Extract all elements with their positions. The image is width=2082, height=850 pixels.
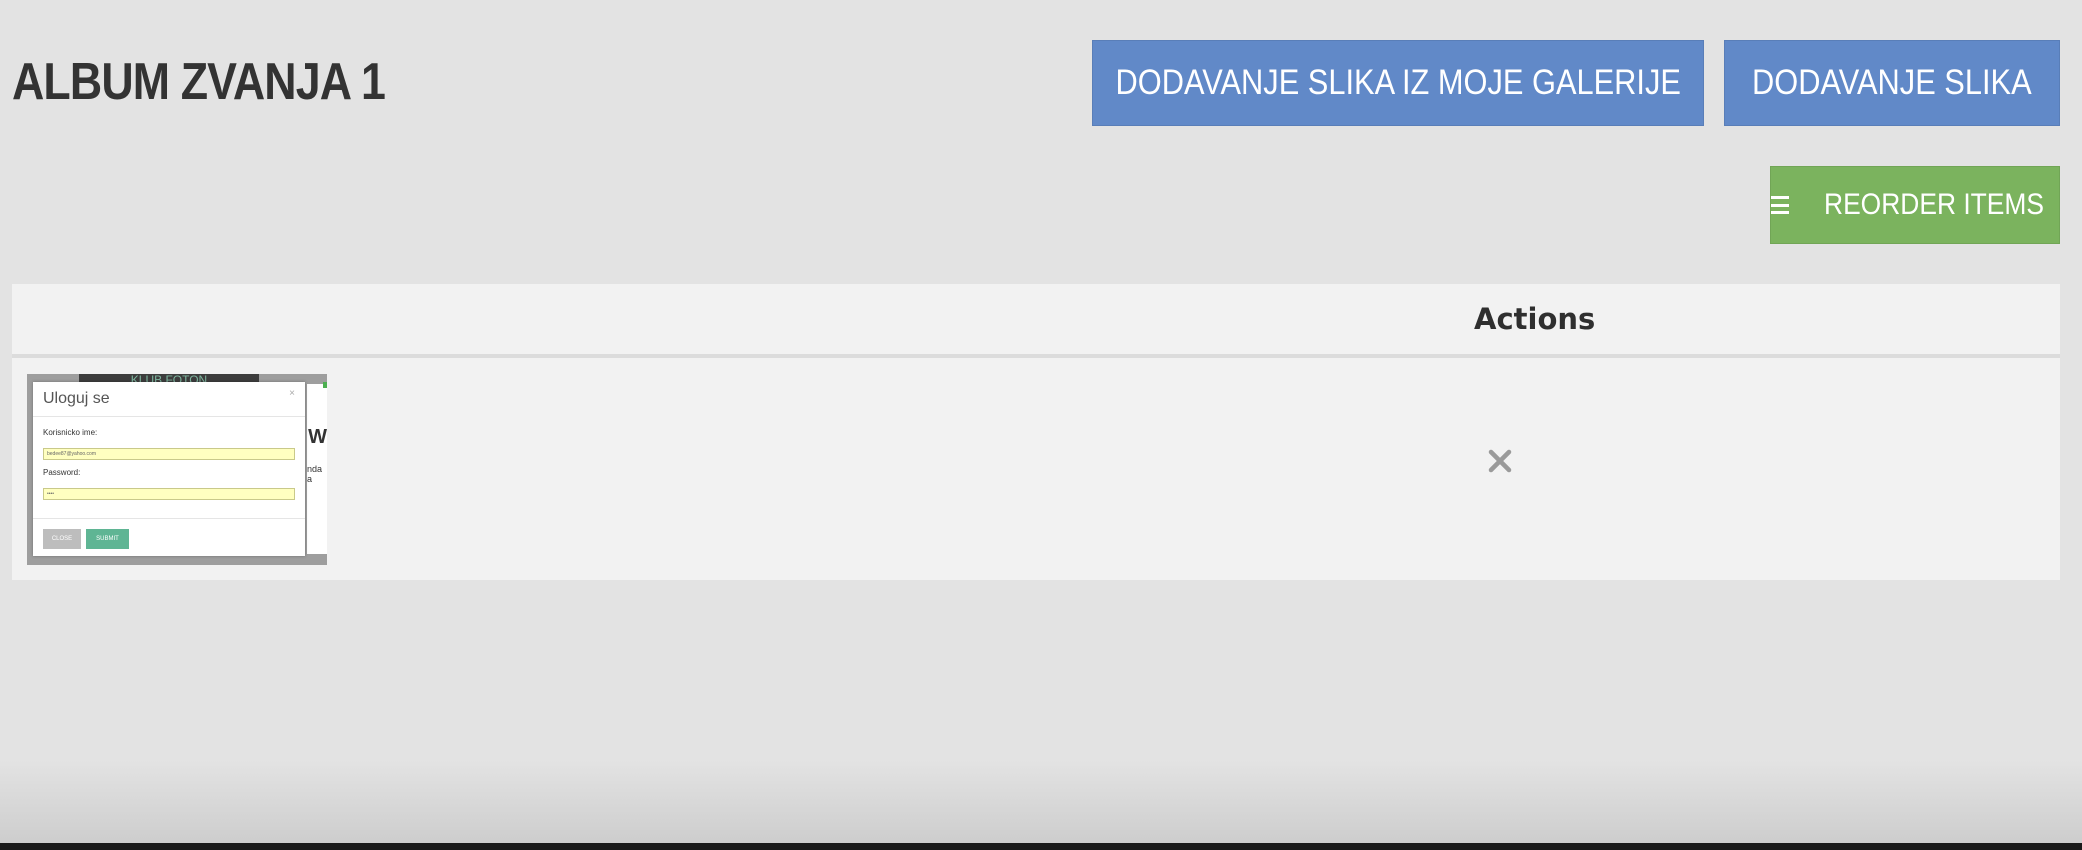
thumbnail-login-modal: Uloguj se × Korisnicko ime: bedee87@yaho… [33,382,305,556]
delete-x-icon[interactable] [1485,446,1515,476]
modal-footer: CLOSE SUBMIT [33,518,305,557]
username-field: bedee87@yahoo.com [43,448,295,460]
close-icon: × [289,388,295,399]
add-from-gallery-label: DODAVANJE SLIKA IZ MOJE GALERIJE [1115,63,1681,102]
username-label: Korisnicko ime: [43,428,98,437]
modal-close-button: CLOSE [43,529,81,549]
table-header: Actions [12,284,2060,358]
add-images-button[interactable]: DODAVANJE SLIKA [1724,40,2060,126]
thumbnail-green-mark [323,382,327,388]
page-title: ALBUM ZVANJA 1 [12,53,386,111]
thumbnail-background-snippet: nda a [307,464,323,484]
image-thumbnail[interactable]: KLUB FOTON W Uloguj se × Korisnicko ime:… [27,374,327,565]
reorder-items-button[interactable]: REORDER ITEMS [1770,166,2060,244]
window-bottom-edge [0,843,2082,850]
add-images-label: DODAVANJE SLIKA [1752,63,2032,102]
password-field: •••• [43,488,295,500]
modal-title: Uloguj se [43,390,110,407]
images-table: Actions KLUB FOTON W Uloguj se × Korisni… [12,284,2060,580]
menu-icon [1771,196,1789,214]
add-from-gallery-button[interactable]: DODAVANJE SLIKA IZ MOJE GALERIJE [1092,40,1704,126]
password-label: Password: [43,468,81,477]
modal-submit-button: SUBMIT [86,529,129,549]
bottom-shadow [0,760,2082,844]
reorder-items-label: REORDER ITEMS [1823,188,2044,221]
thumbnail-background-letter: W [308,426,327,448]
table-row: KLUB FOTON W Uloguj se × Korisnicko ime:… [12,358,2060,580]
actions-column-header: Actions [1474,302,1596,336]
modal-header: Uloguj se × [33,382,305,417]
